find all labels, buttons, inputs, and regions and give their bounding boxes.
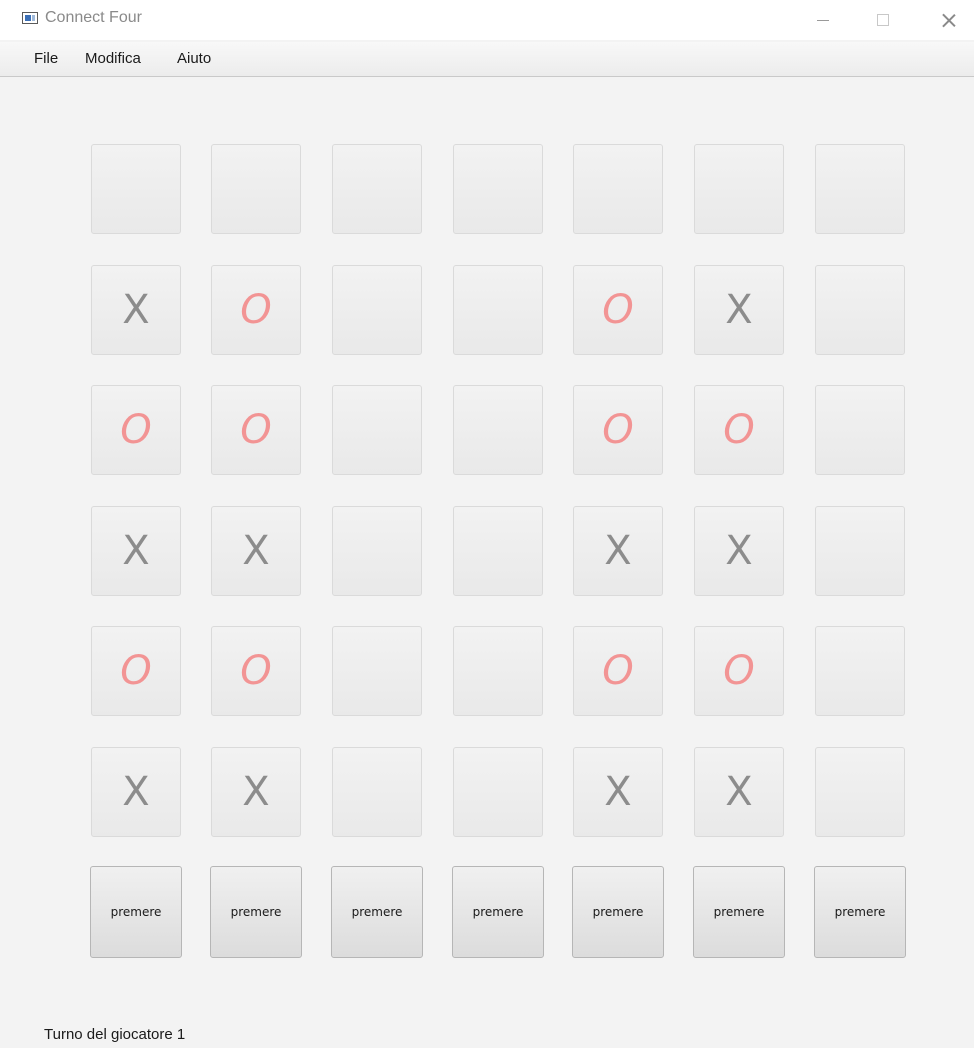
board-cell: X	[91, 747, 181, 837]
board-cell	[332, 265, 422, 355]
board-cell: O	[573, 385, 663, 475]
board-cell	[815, 265, 905, 355]
board-cell: X	[573, 506, 663, 596]
board-cell: X	[694, 265, 784, 355]
board-cell: X	[694, 747, 784, 837]
board-cell	[573, 144, 663, 234]
menubar-edge	[0, 42, 18, 77]
board-cell	[332, 385, 422, 475]
drop-button-col-2[interactable]: premere	[210, 866, 302, 958]
window-title: Connect Four	[45, 9, 142, 26]
drop-button-col-7[interactable]: premere	[814, 866, 906, 958]
board-cell	[453, 265, 543, 355]
drop-button-col-5[interactable]: premere	[572, 866, 664, 958]
menu-bar: File Modifica Aiuto	[18, 42, 974, 77]
app-window-icon	[22, 12, 38, 24]
board-cell	[453, 506, 543, 596]
close-button[interactable]	[926, 0, 972, 40]
board-cell	[815, 626, 905, 716]
board-cell: X	[211, 506, 301, 596]
status-text: Turno del giocatore 1	[44, 1026, 186, 1043]
minimize-button[interactable]	[800, 0, 846, 40]
minimize-icon	[817, 19, 829, 21]
maximize-icon	[877, 14, 889, 26]
board-cell	[453, 626, 543, 716]
board-cell: O	[573, 626, 663, 716]
board-cell	[815, 747, 905, 837]
board-cell	[332, 747, 422, 837]
app-window: Connect Four File Modifica Aiuto XOOXOOO…	[0, 0, 974, 1048]
board-cell: O	[694, 626, 784, 716]
drop-button-col-1[interactable]: premere	[90, 866, 182, 958]
board-cell	[453, 385, 543, 475]
board-cell	[332, 144, 422, 234]
board-cell: O	[694, 385, 784, 475]
board-cell	[453, 747, 543, 837]
menu-file[interactable]: File	[34, 50, 58, 67]
menu-modifica[interactable]: Modifica	[85, 50, 141, 67]
drop-button-col-6[interactable]: premere	[693, 866, 785, 958]
board-cell: O	[211, 385, 301, 475]
title-bar: Connect Four	[0, 0, 974, 40]
board-cell: X	[91, 506, 181, 596]
board-cell: O	[91, 385, 181, 475]
board-cell: X	[91, 265, 181, 355]
maximize-button[interactable]	[860, 0, 906, 40]
board-cell	[211, 144, 301, 234]
board-cell	[332, 626, 422, 716]
board-cell	[815, 506, 905, 596]
board-cell: X	[573, 747, 663, 837]
board-cell	[453, 144, 543, 234]
close-icon	[942, 13, 956, 27]
board-cell: O	[573, 265, 663, 355]
board-cell	[332, 506, 422, 596]
board-cell	[91, 144, 181, 234]
board-cell	[815, 144, 905, 234]
board-cell: O	[211, 626, 301, 716]
board-cell	[815, 385, 905, 475]
board-cell: X	[694, 506, 784, 596]
drop-button-col-3[interactable]: premere	[331, 866, 423, 958]
board-cell: X	[211, 747, 301, 837]
drop-button-col-4[interactable]: premere	[452, 866, 544, 958]
board-cell: O	[211, 265, 301, 355]
menu-aiuto[interactable]: Aiuto	[177, 50, 211, 67]
board-cell	[694, 144, 784, 234]
board-cell: O	[91, 626, 181, 716]
